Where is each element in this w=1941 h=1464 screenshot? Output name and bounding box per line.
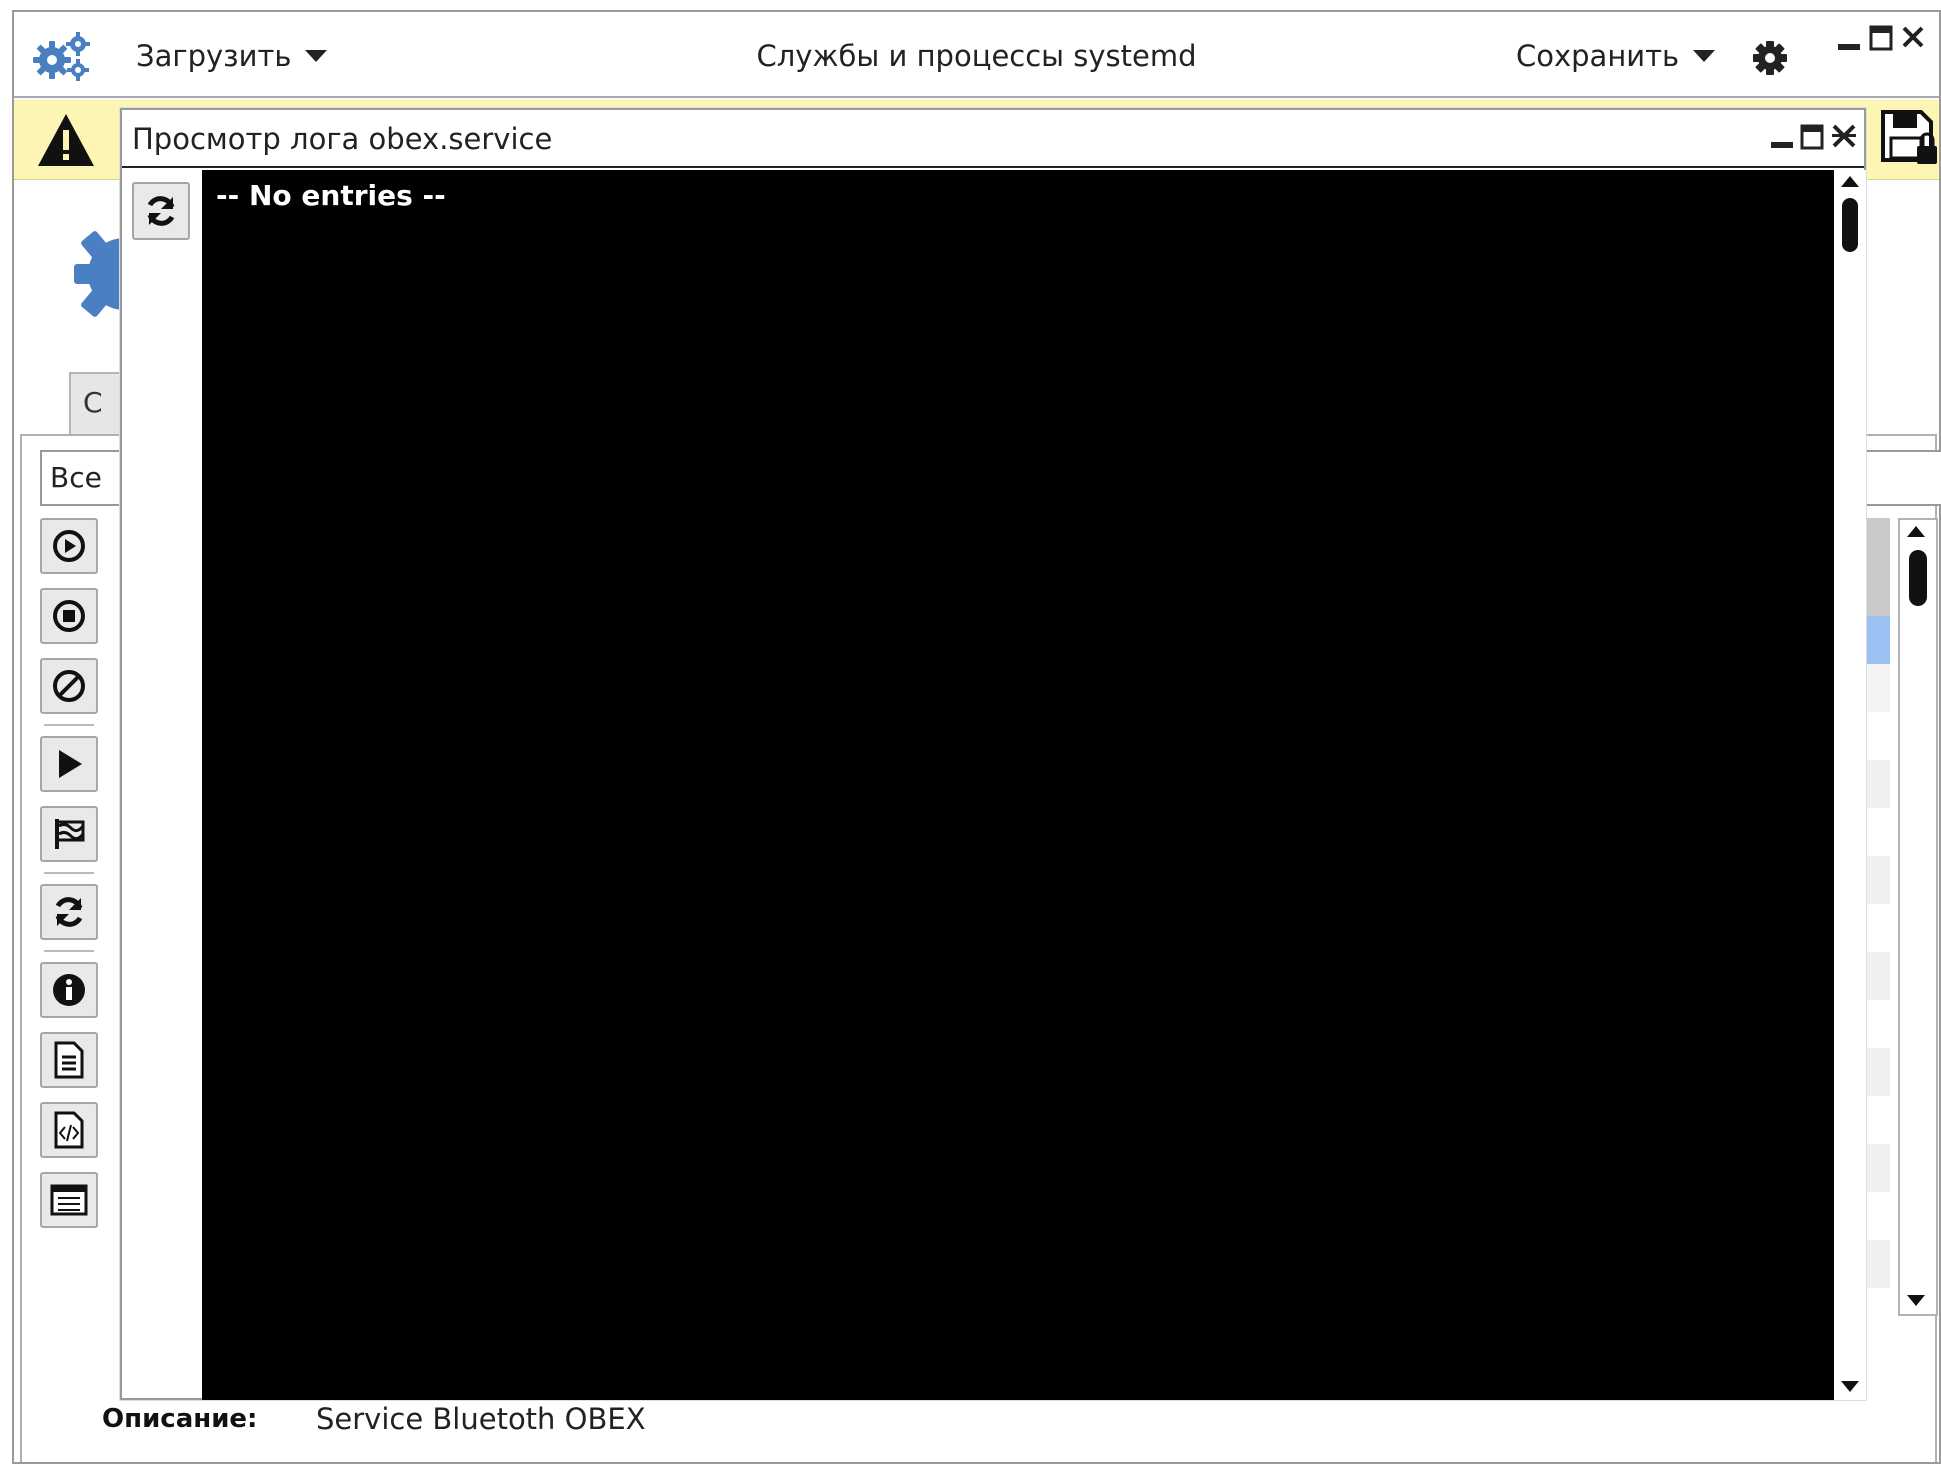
flag-icon bbox=[55, 819, 85, 849]
enable-button[interactable] bbox=[40, 806, 98, 862]
reload-button[interactable] bbox=[40, 884, 98, 940]
maximize-icon[interactable] bbox=[1800, 124, 1824, 150]
play-icon bbox=[59, 750, 82, 778]
save-menu-button[interactable]: Сохранить bbox=[1516, 36, 1716, 76]
window-controls bbox=[1836, 24, 1926, 54]
scroll-up-icon[interactable] bbox=[1907, 526, 1925, 537]
scroll-thumb[interactable] bbox=[1909, 550, 1927, 606]
document-icon bbox=[54, 1041, 84, 1079]
save-menu-label: Сохранить bbox=[1516, 39, 1680, 73]
table-scrollbar[interactable] bbox=[1898, 518, 1938, 1316]
close-pin-icon[interactable] bbox=[1830, 124, 1858, 150]
run-button[interactable] bbox=[40, 736, 98, 792]
save-lock-icon[interactable] bbox=[1881, 110, 1937, 168]
description-value: Service Bluetoth OBEX bbox=[316, 1402, 646, 1436]
minimize-icon[interactable] bbox=[1836, 24, 1862, 54]
code-document-icon bbox=[54, 1111, 84, 1149]
info-icon bbox=[53, 974, 85, 1006]
warning-icon bbox=[38, 114, 94, 166]
scroll-up-icon[interactable] bbox=[1841, 176, 1859, 187]
log-viewer-dialog: Просмотр лога obex.service -- No entries… bbox=[120, 108, 1866, 1400]
scroll-thumb[interactable] bbox=[1842, 198, 1858, 252]
play-circle-icon bbox=[53, 530, 85, 562]
main-window: Загрузить Службы и процессы systemd Сохр… bbox=[12, 10, 1941, 1464]
log-output[interactable]: -- No entries -- bbox=[202, 170, 1834, 1400]
gear-icon[interactable] bbox=[1750, 38, 1790, 78]
log-scrollbar[interactable] bbox=[1834, 170, 1866, 1400]
refresh-icon bbox=[147, 196, 175, 226]
log-line: -- No entries -- bbox=[216, 179, 446, 212]
dialog-window-controls bbox=[1770, 124, 1858, 150]
disable-button[interactable] bbox=[40, 658, 98, 714]
title-bar: Загрузить Службы и процессы systemd Сохр… bbox=[14, 12, 1939, 98]
scroll-down-icon[interactable] bbox=[1841, 1381, 1859, 1392]
toolbar-separator bbox=[44, 872, 94, 874]
unit-source-button[interactable] bbox=[40, 1102, 98, 1158]
disable-icon bbox=[53, 670, 85, 702]
description-label: Описание: bbox=[102, 1404, 258, 1434]
scroll-down-icon[interactable] bbox=[1907, 1295, 1925, 1306]
toolbar-separator bbox=[44, 724, 94, 726]
list-icon bbox=[50, 1184, 88, 1216]
refresh-log-button[interactable] bbox=[132, 182, 190, 240]
stop-button[interactable] bbox=[40, 588, 98, 644]
chevron-down-icon bbox=[1693, 50, 1716, 62]
stop-circle-icon bbox=[53, 600, 85, 632]
dialog-sidebar bbox=[122, 170, 200, 1398]
log-button[interactable] bbox=[40, 1172, 98, 1228]
refresh-icon bbox=[55, 897, 83, 927]
start-button[interactable] bbox=[40, 518, 98, 574]
info-button[interactable] bbox=[40, 962, 98, 1018]
minimize-icon[interactable] bbox=[1770, 124, 1794, 150]
toolbar-separator bbox=[44, 950, 94, 952]
maximize-icon[interactable] bbox=[1868, 24, 1894, 54]
dialog-title: Просмотр лога obex.service bbox=[132, 122, 553, 156]
dialog-title-bar: Просмотр лога obex.service bbox=[122, 110, 1864, 168]
close-icon[interactable] bbox=[1900, 24, 1926, 54]
unit-file-button[interactable] bbox=[40, 1032, 98, 1088]
